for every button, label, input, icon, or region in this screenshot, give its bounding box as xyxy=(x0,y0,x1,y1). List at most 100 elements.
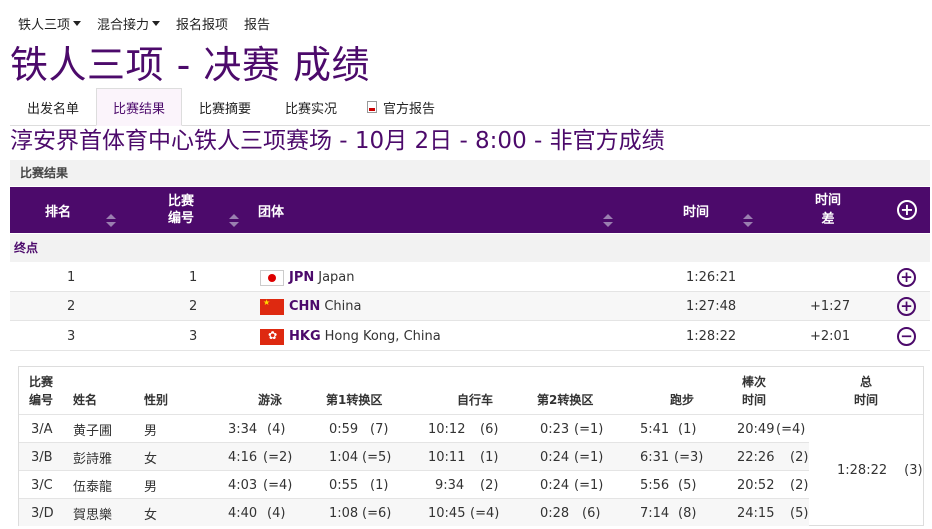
time-cell: 1:28:22 xyxy=(686,329,737,344)
team-total-time: 1:28:22 (3) xyxy=(809,414,923,525)
noc-code: JPN xyxy=(289,270,315,285)
time-cell: 1:26:21 xyxy=(686,270,737,285)
japan-flag-icon xyxy=(260,269,284,286)
header-line: 棒次 xyxy=(742,375,767,389)
split-t2-rank: (=1) xyxy=(574,449,604,465)
split-name: 賀思樂 xyxy=(73,507,113,523)
table-row[interactable]: 2 2 CHN China 1:27:48 +1:27 + xyxy=(10,292,930,321)
column-diff-line1: 时间 xyxy=(814,193,841,208)
splits-header-bike: 自行车 xyxy=(457,393,494,407)
nav-item-mixed-relay[interactable]: 混合接力 xyxy=(89,14,168,33)
table-row[interactable]: 3 3 HKG Hong Kong, China 1:28:22 +2:01 − xyxy=(10,322,930,351)
split-t2-rank: (=1) xyxy=(574,421,604,437)
split-bike-rank: (6) xyxy=(480,421,499,437)
split-t2-rank: (=1) xyxy=(574,477,604,493)
split-run-rank: (5) xyxy=(678,477,697,493)
split-leg-time: 22:26 xyxy=(737,449,775,465)
tab-summary[interactable]: 比赛摘要 xyxy=(182,88,268,126)
split-swim-rank: (=4) xyxy=(263,477,293,493)
bib-cell: 1 xyxy=(189,270,198,285)
tab-label: 比赛摘要 xyxy=(198,101,251,117)
sort-icon[interactable] xyxy=(106,214,116,228)
noc-code: CHN xyxy=(289,299,321,314)
plus-circle-icon: + xyxy=(897,200,917,220)
sort-icon[interactable] xyxy=(743,214,753,228)
split-t1-rank: (=5) xyxy=(362,449,392,465)
nav-item-entries[interactable]: 报名报项 xyxy=(168,14,236,33)
split-t1-rank: (7) xyxy=(370,421,389,437)
tab-bar: 出发名单 比赛结果 比赛摘要 比赛实况 官方报告 xyxy=(10,88,930,126)
collapse-row-button[interactable]: − xyxy=(897,322,916,351)
split-t1-rank: (=6) xyxy=(362,505,392,521)
tab-live[interactable]: 比赛实况 xyxy=(268,88,354,126)
team-name: Hong Kong, China xyxy=(324,329,441,344)
split-bike-rank: (=4) xyxy=(470,505,500,521)
column-bib-line1: 比赛 xyxy=(167,194,194,209)
column-bib[interactable]: 比赛 编号 xyxy=(166,187,196,233)
nav-item-triathlon[interactable]: 铁人三项 xyxy=(0,14,89,33)
sort-icon[interactable] xyxy=(603,214,613,228)
column-rank[interactable]: 排名 xyxy=(45,187,71,233)
split-run-rank: (8) xyxy=(678,505,697,521)
splits-header-t1: 第1转换区 xyxy=(326,393,383,407)
split-t2-rank: (6) xyxy=(582,505,601,521)
minus-circle-icon: − xyxy=(897,327,916,346)
split-leg-rank: (5) xyxy=(790,505,809,521)
split-swim: 3:34 xyxy=(228,421,258,437)
split-bike: 10:45 xyxy=(428,505,466,521)
split-leg-time: 24:15 xyxy=(737,505,775,521)
caret-down-icon xyxy=(152,21,161,26)
column-team[interactable]: 团体 xyxy=(258,187,284,233)
splits-header-t2: 第2转换区 xyxy=(537,393,594,407)
nav-item-reports[interactable]: 报告 xyxy=(236,14,278,33)
split-name: 伍泰龍 xyxy=(73,479,113,495)
plus-circle-icon: + xyxy=(897,268,916,287)
tab-label: 出发名单 xyxy=(26,101,79,117)
split-swim-rank: (=2) xyxy=(263,449,293,465)
rank-cell: 3 xyxy=(67,329,76,344)
splits-row: 3/C 伍泰龍 男 4:03 (=4) 0:55 (1) 9:34 (2) 0:… xyxy=(19,470,809,498)
split-swim-rank: (4) xyxy=(267,421,286,437)
split-t1: 1:04 xyxy=(329,449,359,465)
china-flag-icon xyxy=(260,298,284,315)
expand-row-button[interactable]: + xyxy=(897,292,916,321)
caret-down-icon xyxy=(73,21,82,26)
splits-header-total-time: 总 时间 xyxy=(854,373,878,409)
team-cell: CHN China xyxy=(260,292,361,321)
tab-results[interactable]: 比赛结果 xyxy=(96,88,182,126)
bib-cell: 3 xyxy=(189,329,198,344)
splits-header-swim: 游泳 xyxy=(258,393,283,407)
column-time-diff[interactable]: 时间 差 xyxy=(813,187,843,233)
splits-header-run: 跑步 xyxy=(670,393,695,407)
split-bib: 3/A xyxy=(31,421,53,437)
group-label-finish: 终点 xyxy=(10,234,930,262)
split-name: 黄子圃 xyxy=(73,423,113,439)
split-bike-rank: (2) xyxy=(480,477,499,493)
splits-header-leg-time: 棒次 时间 xyxy=(742,373,766,409)
expand-all-button[interactable]: + xyxy=(897,187,917,233)
split-bib: 3/B xyxy=(31,449,53,465)
total-time-rank: (3) xyxy=(904,462,923,478)
expand-row-button[interactable]: + xyxy=(897,263,916,292)
header-line: 时间 xyxy=(854,393,879,407)
nav-item-label: 铁人三项 xyxy=(18,17,71,33)
column-diff-line2: 差 xyxy=(821,212,835,227)
split-run: 5:56 xyxy=(640,477,670,493)
split-leg-time: 20:52 xyxy=(737,477,775,493)
split-gender: 女 xyxy=(144,507,158,523)
table-row[interactable]: 1 1 JPN Japan 1:26:21 + xyxy=(10,263,930,292)
split-bike: 9:34 xyxy=(435,477,465,493)
sort-icon[interactable] xyxy=(229,214,239,228)
split-swim-rank: (4) xyxy=(267,505,286,521)
splits-header-bib: 比赛 编号 xyxy=(29,373,53,409)
nav-item-label: 报告 xyxy=(244,17,271,33)
tab-start-list[interactable]: 出发名单 xyxy=(10,88,96,126)
column-time[interactable]: 时间 xyxy=(683,187,709,233)
tab-official-report[interactable]: 官方报告 xyxy=(354,88,448,126)
split-leg-rank: (2) xyxy=(790,449,809,465)
hong-kong-flag-icon xyxy=(260,328,284,345)
team-cell: HKG Hong Kong, China xyxy=(260,322,441,351)
event-subtitle: 淳安界首体育中心铁人三项赛场 - 10月 2日 - 8:00 - 非官方成绩 xyxy=(10,128,665,154)
time-cell: 1:27:48 xyxy=(686,299,737,314)
header-line: 编号 xyxy=(29,393,54,407)
